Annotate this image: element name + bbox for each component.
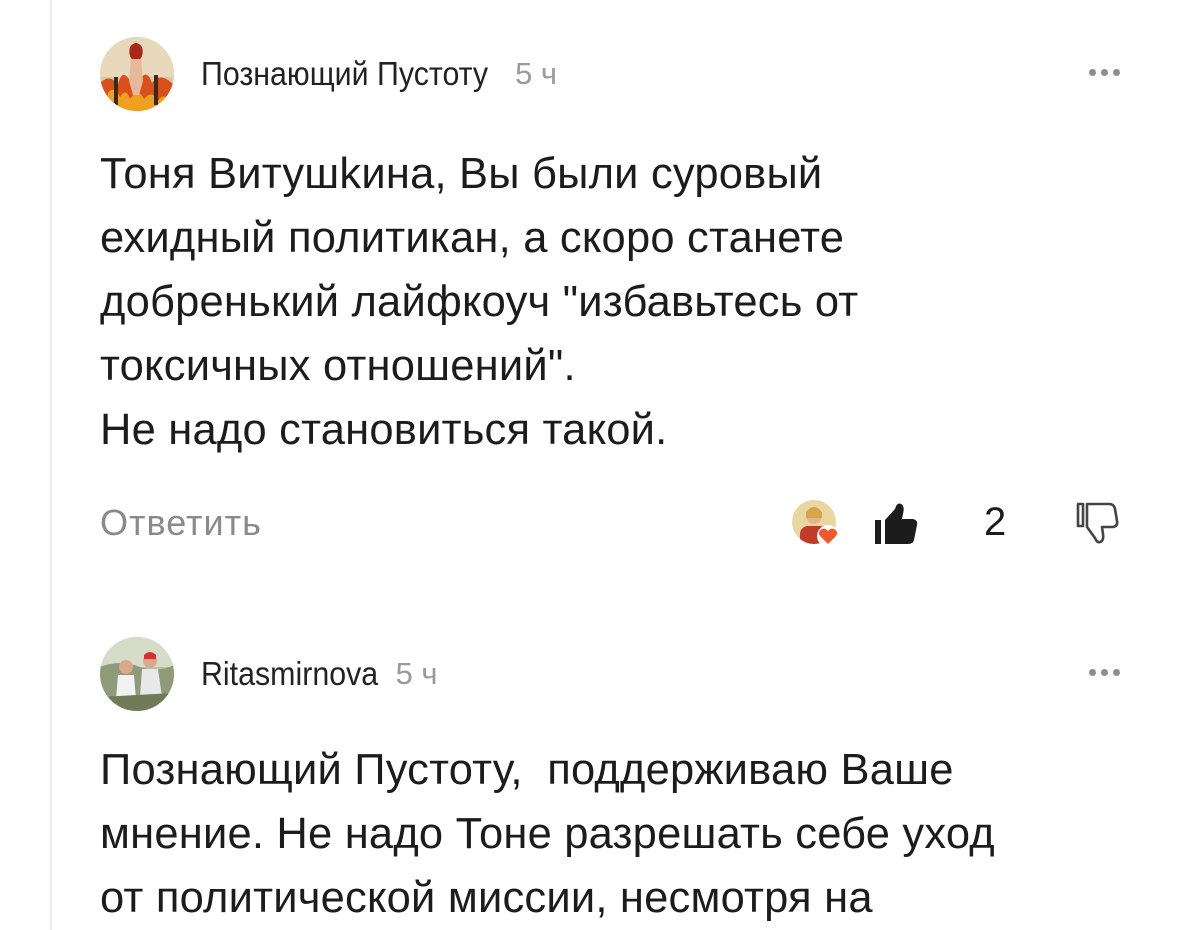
comment-item: Познающий Пустоту 5 ч Тоня Витушkина, Вы… — [100, 36, 1122, 547]
thumbs-up-icon[interactable] — [872, 500, 920, 548]
comment-text: Познающий Пустоту, поддерживаю Ваше мнен… — [100, 746, 995, 922]
comment-time: 5 ч — [395, 656, 438, 691]
author-name[interactable]: Познающий Пустоту — [201, 55, 488, 93]
comment-header: Познающий Пустоту 5 ч — [100, 36, 1122, 112]
more-dots-icon[interactable] — [1086, 64, 1122, 80]
author-avatar[interactable] — [100, 637, 174, 711]
comment-actions: Ответить 2 — [100, 498, 1122, 558]
comment-text: Тоня Витушkина, Вы были суровый ехидный … — [100, 150, 859, 454]
heart-reaction-icon — [817, 525, 839, 547]
author-avatar[interactable] — [100, 37, 174, 111]
reactor-avatar[interactable] — [792, 500, 839, 547]
comment-item: Ritasmirnova 5 ч Познающий Пустоту, подд… — [100, 636, 1122, 930]
reply-button[interactable]: Ответить — [100, 502, 262, 544]
comment-header: Ritasmirnova 5 ч — [100, 636, 1122, 712]
comments-page: Познающий Пустоту 5 ч Тоня Витушkина, Вы… — [0, 0, 1200, 930]
like-count: 2 — [984, 500, 1007, 544]
comment-time: 5 ч — [515, 56, 558, 91]
thread-line — [50, 0, 52, 930]
thumbs-down-icon[interactable] — [1074, 500, 1120, 546]
author-name[interactable]: Ritasmirnova — [201, 655, 378, 693]
more-dots-icon[interactable] — [1086, 664, 1122, 680]
